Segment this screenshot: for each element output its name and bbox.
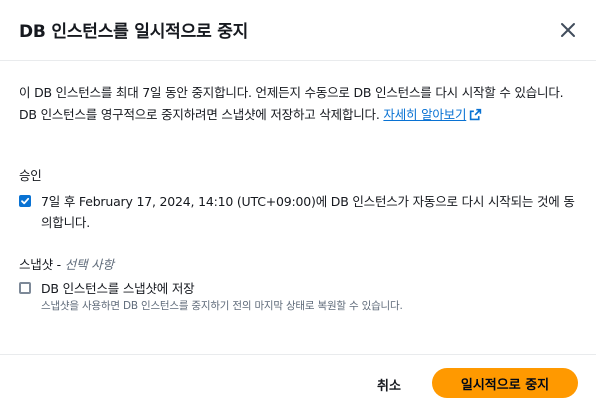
acknowledgement-checkbox[interactable] [19,195,31,207]
footer-divider [0,354,596,355]
checkmark-icon [21,197,30,205]
acknowledgement-label: 승인 [19,168,42,183]
snapshot-checkbox-description: 스냅샷을 사용하면 DB 인스턴스를 중지하기 전의 마지막 상태로 복원할 수… [41,300,403,312]
acknowledgement-checkbox-text: 7일 후 February 17, 2024, 14:10 (UTC+09:00… [41,194,575,230]
snapshot-label: 스냅샷 - 선택 사항 [19,254,114,273]
close-button[interactable] [558,20,578,40]
modal-title: DB 인스턴스를 일시적으로 중지 [19,22,249,42]
snapshot-checkbox[interactable] [19,282,31,294]
cancel-button[interactable]: 취소 [365,369,413,399]
stop-instance-modal: DB 인스턴스를 일시적으로 중지 이 DB 인스턴스를 최대 7일 동안 중지… [0,0,596,409]
stop-temporarily-button[interactable]: 일시적으로 중지 [432,368,578,398]
close-icon [561,23,575,37]
modal-description: 이 DB 인스턴스를 최대 7일 동안 중지합니다. 언제든지 수동으로 DB … [19,82,575,126]
modal-header: DB 인스턴스를 일시적으로 중지 [0,0,596,60]
optional-label: 선택 사항 [64,257,114,272]
external-link-icon[interactable] [469,108,482,121]
snapshot-label-text: 스냅샷 - [19,257,65,272]
snapshot-checkbox-text: DB 인스턴스를 스냅샷에 저장 [41,281,195,296]
learn-more-link[interactable]: 자세히 알아보기 [383,107,466,122]
learn-more-label: 자세히 알아보기 [383,107,467,122]
header-divider [0,60,596,61]
